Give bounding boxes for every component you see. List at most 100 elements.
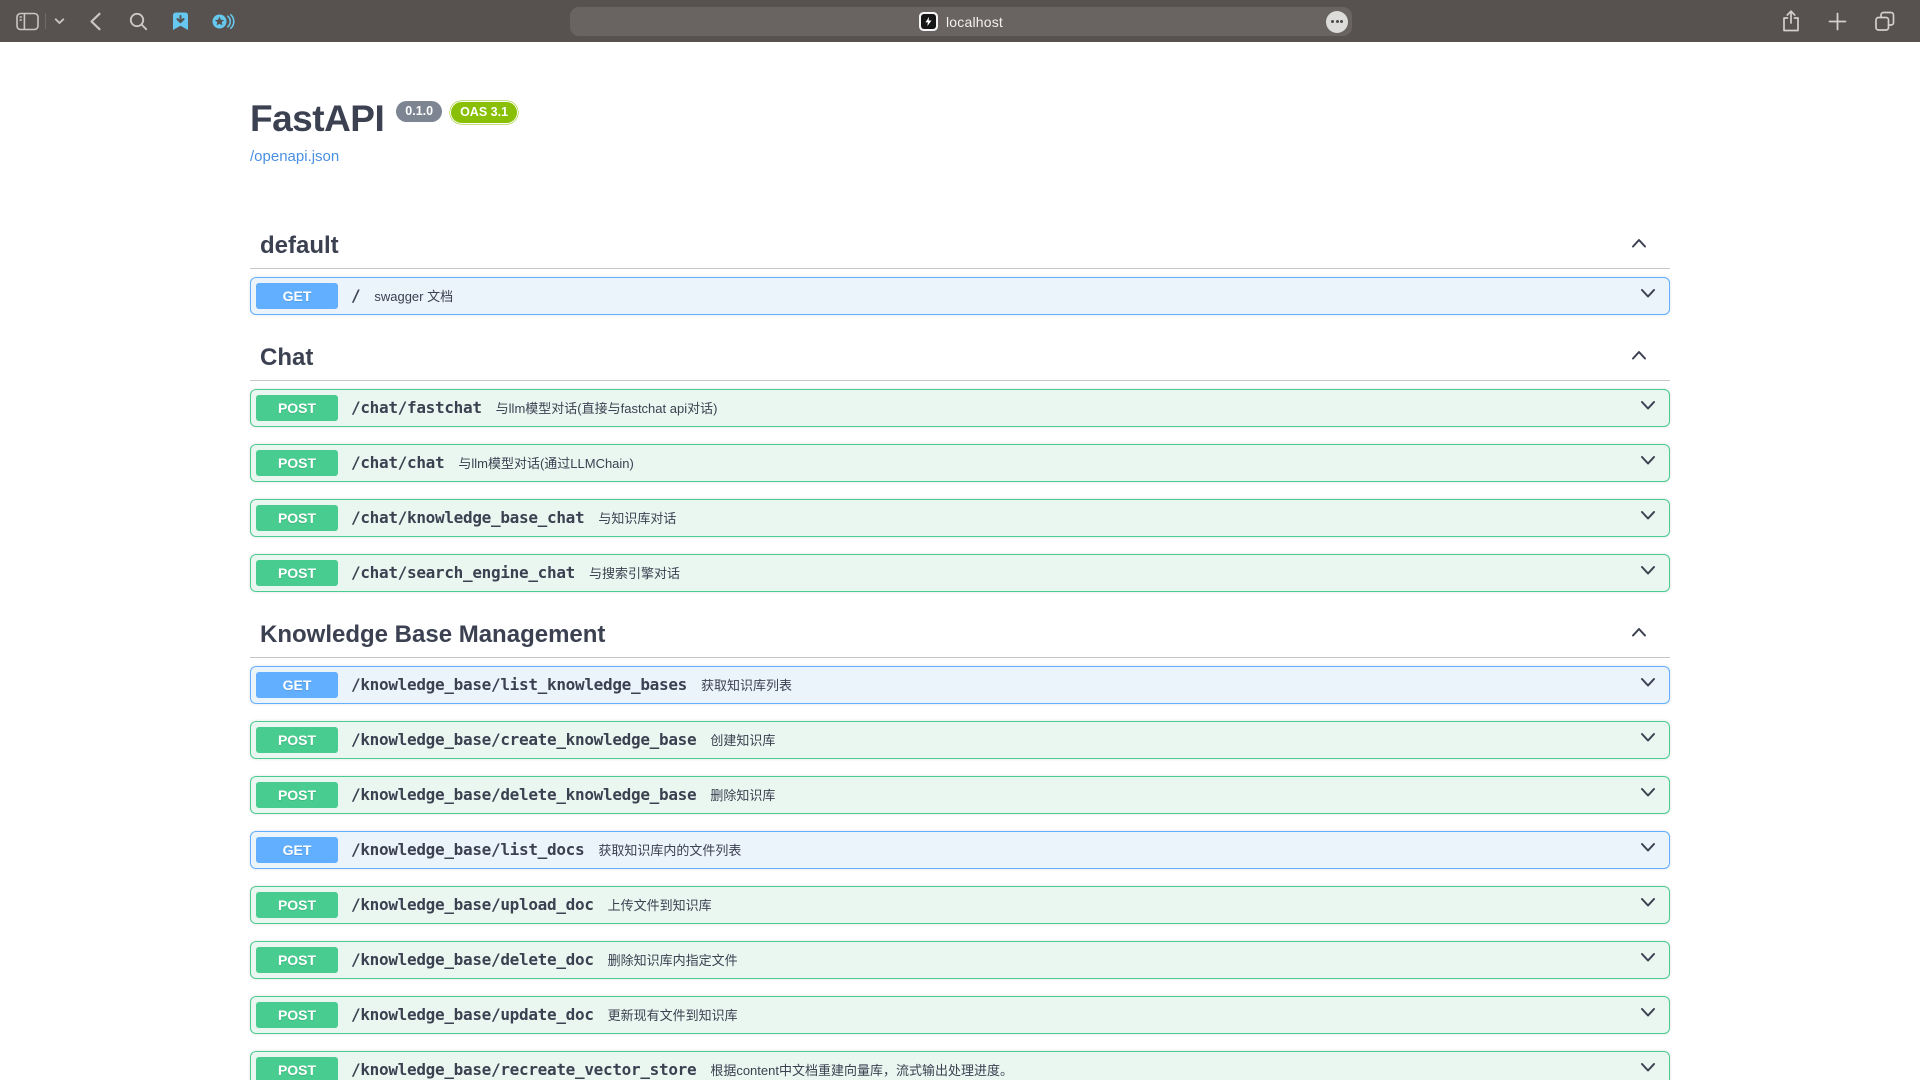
swagger-page: FastAPI 0.1.0 OAS 3.1 /openapi.json defa… [250, 42, 1670, 1080]
operation-path: / [351, 286, 360, 305]
method-badge: POST [256, 395, 338, 421]
operation-path: /knowledge_base/recreate_vector_store [351, 1060, 696, 1079]
method-badge: POST [256, 1002, 338, 1028]
openapi-spec-link[interactable]: /openapi.json [250, 148, 339, 165]
operation-row[interactable]: POST /knowledge_base/recreate_vector_sto… [250, 1051, 1670, 1080]
expand-chevron-down-icon[interactable] [1637, 671, 1659, 698]
expand-chevron-down-icon[interactable] [1637, 946, 1659, 973]
operation-row[interactable]: POST /knowledge_base/create_knowledge_ba… [250, 721, 1670, 759]
method-badge: POST [256, 560, 338, 586]
tag-section: default GET / swagger 文档 [250, 220, 1670, 315]
operation-summary: 与llm模型对话(直接与fastchat api对话) [496, 398, 718, 417]
method-badge: GET [256, 283, 338, 309]
method-badge: POST [256, 727, 338, 753]
method-badge: GET [256, 672, 338, 698]
operation-path: /knowledge_base/delete_doc [351, 950, 594, 969]
api-info: FastAPI 0.1.0 OAS 3.1 /openapi.json [250, 98, 1670, 166]
operation-row[interactable]: POST /chat/knowledge_base_chat 与知识库对话 [250, 499, 1670, 537]
operation-row[interactable]: POST /chat/fastchat 与llm模型对话(直接与fastchat… [250, 389, 1670, 427]
expand-chevron-down-icon[interactable] [1637, 282, 1659, 309]
sidebar-toggle-icon[interactable] [16, 0, 39, 42]
method-badge: GET [256, 837, 338, 863]
operation-path: /chat/knowledge_base_chat [351, 508, 584, 527]
version-badge: 0.1.0 [396, 101, 442, 122]
tag-section: Knowledge Base Management GET /knowledge… [250, 609, 1670, 1080]
tab-group-chevron-icon[interactable] [54, 0, 65, 42]
operation-summary: 与llm模型对话(通过LLMChain) [458, 453, 634, 472]
share-icon[interactable] [1781, 0, 1801, 42]
expand-chevron-down-icon[interactable] [1637, 1056, 1659, 1080]
tag-section-header[interactable]: Chat [250, 332, 1670, 381]
operation-summary: 与知识库对话 [598, 508, 676, 527]
new-tab-icon[interactable] [1828, 0, 1847, 42]
back-icon[interactable] [89, 0, 102, 42]
collapse-chevron-up-icon[interactable] [1628, 344, 1650, 371]
operation-path: /chat/fastchat [351, 398, 482, 417]
method-badge: POST [256, 892, 338, 918]
method-badge: POST [256, 1057, 338, 1080]
expand-chevron-down-icon[interactable] [1637, 504, 1659, 531]
expand-chevron-down-icon[interactable] [1637, 726, 1659, 753]
url-text: localhost [946, 14, 1003, 30]
operation-summary: 删除知识库内指定文件 [608, 950, 738, 969]
expand-chevron-down-icon[interactable] [1637, 836, 1659, 863]
operation-path: /chat/chat [351, 453, 444, 472]
address-bar[interactable]: localhost [570, 7, 1352, 36]
expand-chevron-down-icon[interactable] [1637, 891, 1659, 918]
method-badge: POST [256, 505, 338, 531]
sections-root: default GET / swagger 文档 Chat [250, 220, 1670, 1080]
collapse-chevron-up-icon[interactable] [1628, 621, 1650, 648]
operation-path: /knowledge_base/list_knowledge_bases [351, 675, 687, 694]
operation-path: /knowledge_base/update_doc [351, 1005, 594, 1024]
operation-summary: 上传文件到知识库 [608, 895, 712, 914]
operation-row[interactable]: GET /knowledge_base/list_docs 获取知识库内的文件列… [250, 831, 1670, 869]
operation-row[interactable]: GET /knowledge_base/list_knowledge_bases… [250, 666, 1670, 704]
tag-section: Chat POST /chat/fastchat 与llm模型对话(直接与fas… [250, 332, 1670, 592]
tag-section-header[interactable]: default [250, 220, 1670, 269]
tag-section-title: Chat [260, 344, 313, 372]
expand-chevron-down-icon[interactable] [1637, 1001, 1659, 1028]
expand-chevron-down-icon[interactable] [1637, 559, 1659, 586]
expand-chevron-down-icon[interactable] [1637, 394, 1659, 421]
operation-path: /chat/search_engine_chat [351, 563, 575, 582]
expand-chevron-down-icon[interactable] [1637, 781, 1659, 808]
operation-path: /knowledge_base/upload_doc [351, 895, 594, 914]
tabs-overview-icon[interactable] [1874, 0, 1896, 42]
operation-summary: 创建知识库 [710, 730, 775, 749]
operation-summary: 删除知识库 [710, 785, 775, 804]
page-settings-ellipsis-icon[interactable] [1326, 11, 1348, 33]
operation-summary: 获取知识库内的文件列表 [598, 840, 741, 859]
operation-row[interactable]: POST /knowledge_base/upload_doc 上传文件到知识库 [250, 886, 1670, 924]
extension-star-icon[interactable] [211, 0, 235, 42]
page-title: FastAPI [250, 98, 384, 141]
operation-summary: 根据content中文档重建向量库，流式输出处理进度。 [710, 1060, 1013, 1079]
expand-chevron-down-icon[interactable] [1637, 449, 1659, 476]
operation-summary: swagger 文档 [374, 286, 453, 305]
operations-list: GET / swagger 文档 [250, 277, 1670, 315]
extension-bookmark-icon[interactable] [170, 0, 191, 42]
tag-section-title: default [260, 232, 339, 260]
operations-list: POST /chat/fastchat 与llm模型对话(直接与fastchat… [250, 389, 1670, 592]
site-favicon [919, 12, 938, 31]
operation-summary: 与搜索引擎对话 [589, 563, 680, 582]
collapse-chevron-up-icon[interactable] [1628, 232, 1650, 259]
operation-row[interactable]: POST /knowledge_base/delete_knowledge_ba… [250, 776, 1670, 814]
operation-path: /knowledge_base/list_docs [351, 840, 584, 859]
search-icon[interactable] [129, 0, 148, 42]
operation-path: /knowledge_base/create_knowledge_base [351, 730, 696, 749]
tag-section-header[interactable]: Knowledge Base Management [250, 609, 1670, 658]
operation-row[interactable]: POST /knowledge_base/update_doc 更新现有文件到知… [250, 996, 1670, 1034]
operation-row[interactable]: POST /knowledge_base/delete_doc 删除知识库内指定… [250, 941, 1670, 979]
operation-summary: 获取知识库列表 [701, 675, 792, 694]
operation-row[interactable]: GET / swagger 文档 [250, 277, 1670, 315]
operation-summary: 更新现有文件到知识库 [608, 1005, 738, 1024]
method-badge: POST [256, 947, 338, 973]
operations-list: GET /knowledge_base/list_knowledge_bases… [250, 666, 1670, 1080]
tag-section-title: Knowledge Base Management [260, 621, 605, 649]
method-badge: POST [256, 782, 338, 808]
operation-row[interactable]: POST /chat/search_engine_chat 与搜索引擎对话 [250, 554, 1670, 592]
operation-row[interactable]: POST /chat/chat 与llm模型对话(通过LLMChain) [250, 444, 1670, 482]
toolbar-divider [45, 13, 46, 29]
browser-toolbar: localhost [0, 0, 1920, 42]
operation-path: /knowledge_base/delete_knowledge_base [351, 785, 696, 804]
